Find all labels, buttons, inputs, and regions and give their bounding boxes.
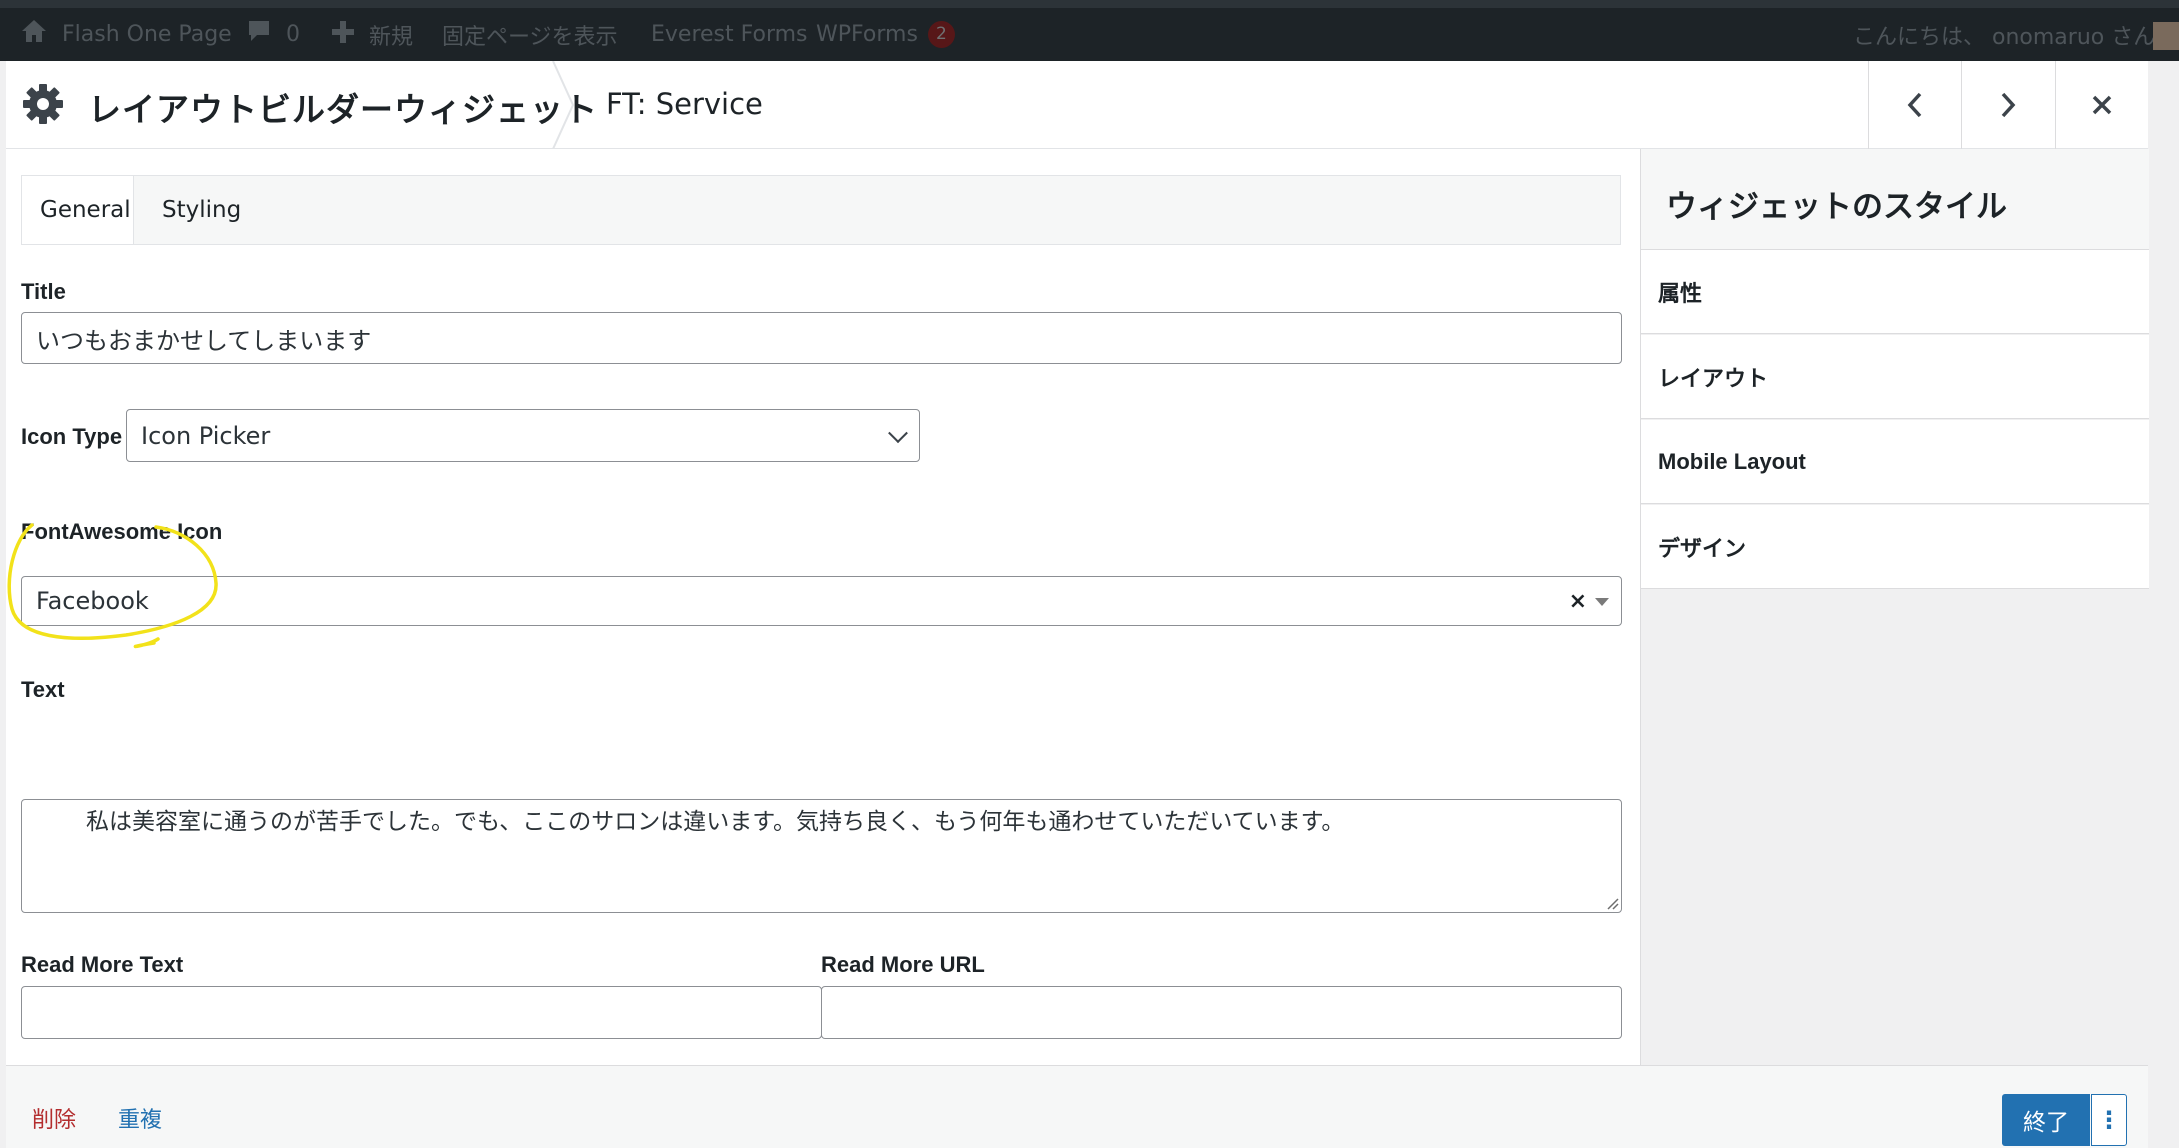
plus-icon	[331, 18, 355, 51]
icon-type-select[interactable]: Icon Picker	[126, 409, 920, 462]
widget-dialog: レイアウトビルダーウィジェット FT: Service General Styl…	[6, 61, 2149, 1148]
sidebar-item-attributes[interactable]: 属性	[1641, 250, 2149, 334]
title-input[interactable]: いつもおまかせしてしまいます	[21, 312, 1622, 364]
done-button[interactable]: 終了	[2002, 1094, 2090, 1146]
new-content-link[interactable]: 新規	[331, 8, 413, 61]
tab-general[interactable]: General	[22, 176, 134, 244]
everest-forms-link[interactable]: Everest Forms	[651, 8, 808, 61]
sidebar-item-mobile-layout[interactable]: Mobile Layout	[1641, 420, 2149, 504]
close-dialog-button[interactable]	[2055, 61, 2148, 149]
icon-type-selected-value: Icon Picker	[141, 421, 271, 450]
new-label: 新規	[369, 24, 414, 50]
more-actions-button[interactable]: ⋮	[2091, 1094, 2127, 1146]
fontawesome-icon-select[interactable]: Facebook ×	[21, 576, 1622, 626]
text-textarea-value: 私は美容室に通うのが苦手でした。でも、ここのサロンは違います。気持ち良く、もう何…	[86, 809, 1345, 835]
tab-bar: General Styling	[21, 175, 1621, 245]
title-field-label: Title	[21, 279, 66, 304]
read-more-url-input[interactable]	[821, 986, 1622, 1039]
comment-icon	[246, 18, 272, 51]
dialog-subtitle: FT: Service	[606, 87, 763, 121]
fontawesome-icon-value: Facebook	[36, 587, 149, 615]
close-icon	[2092, 95, 2112, 115]
tab-styling[interactable]: Styling	[144, 176, 259, 244]
resize-grip-icon[interactable]	[1605, 896, 1619, 910]
clear-selection-icon[interactable]: ×	[1569, 589, 1587, 614]
widget-form-panel: General Styling Title いつもおまかせしてしまいます Ico…	[6, 149, 1640, 1065]
read-more-text-input[interactable]	[21, 986, 822, 1039]
next-widget-button[interactable]	[1961, 61, 2054, 149]
read-more-text-label: Read More Text	[21, 952, 184, 977]
icon-type-label: Icon Type	[21, 424, 123, 449]
fontawesome-icon-label: FontAwesome Icon	[21, 519, 223, 544]
widget-style-sidebar: ウィジェットのスタイル 属性 レイアウト Mobile Layout デザイン	[1640, 149, 2149, 1065]
account-menu[interactable]: こんにちは、 onomaruo さん	[1853, 8, 2155, 61]
admin-bar: Flash One Page 0 新規 固定ページを表示 Everest For…	[0, 0, 2179, 61]
text-textarea[interactable]: 私は美容室に通うのが苦手でした。でも、ここのサロンは違います。気持ち良く、もう何…	[21, 799, 1622, 913]
site-name-label: Flash One Page	[62, 22, 232, 47]
wpforms-notification-badge: 2	[927, 21, 955, 48]
view-page-link[interactable]: 固定ページを表示	[442, 8, 618, 61]
dialog-footer: 削除 重複 終了 ⋮	[6, 1065, 2148, 1148]
sidebar-item-design[interactable]: デザイン	[1641, 505, 2149, 589]
wpforms-link[interactable]: WPForms 2	[816, 8, 955, 61]
view-page-label: 固定ページを表示	[442, 24, 618, 50]
breadcrumb-separator	[552, 61, 575, 149]
site-name-link[interactable]: Flash One Page	[20, 8, 232, 61]
wpforms-label: WPForms	[816, 22, 918, 47]
duplicate-link[interactable]: 重複	[118, 1102, 162, 1134]
chevron-right-icon	[2001, 92, 2016, 118]
delete-link[interactable]: 削除	[32, 1102, 76, 1134]
comments-count: 0	[286, 22, 300, 47]
dropdown-arrow-icon	[1595, 598, 1609, 606]
home-icon	[20, 18, 48, 51]
chevron-down-icon	[888, 422, 908, 443]
text-field-label: Text	[21, 677, 65, 702]
sidebar-item-layout[interactable]: レイアウト	[1641, 335, 2149, 419]
avatar[interactable]	[2153, 22, 2179, 50]
greeting-text: こんにちは、 onomaruo さん	[1853, 24, 2156, 50]
title-input-value: いつもおまかせしてしまいます	[36, 326, 372, 355]
comments-link[interactable]: 0	[246, 8, 300, 61]
previous-widget-button[interactable]	[1868, 61, 1961, 149]
sidebar-title: ウィジェットのスタイル	[1666, 189, 2007, 225]
chevron-left-icon	[1907, 92, 1922, 118]
read-more-url-label: Read More URL	[821, 952, 985, 977]
everest-forms-label: Everest Forms	[651, 22, 808, 47]
dialog-title: レイアウトビルダーウィジェット	[88, 90, 598, 129]
dialog-titlebar: レイアウトビルダーウィジェット FT: Service	[6, 61, 2148, 149]
gear-icon	[23, 84, 63, 124]
sidebar-header: ウィジェットのスタイル	[1641, 149, 2149, 250]
